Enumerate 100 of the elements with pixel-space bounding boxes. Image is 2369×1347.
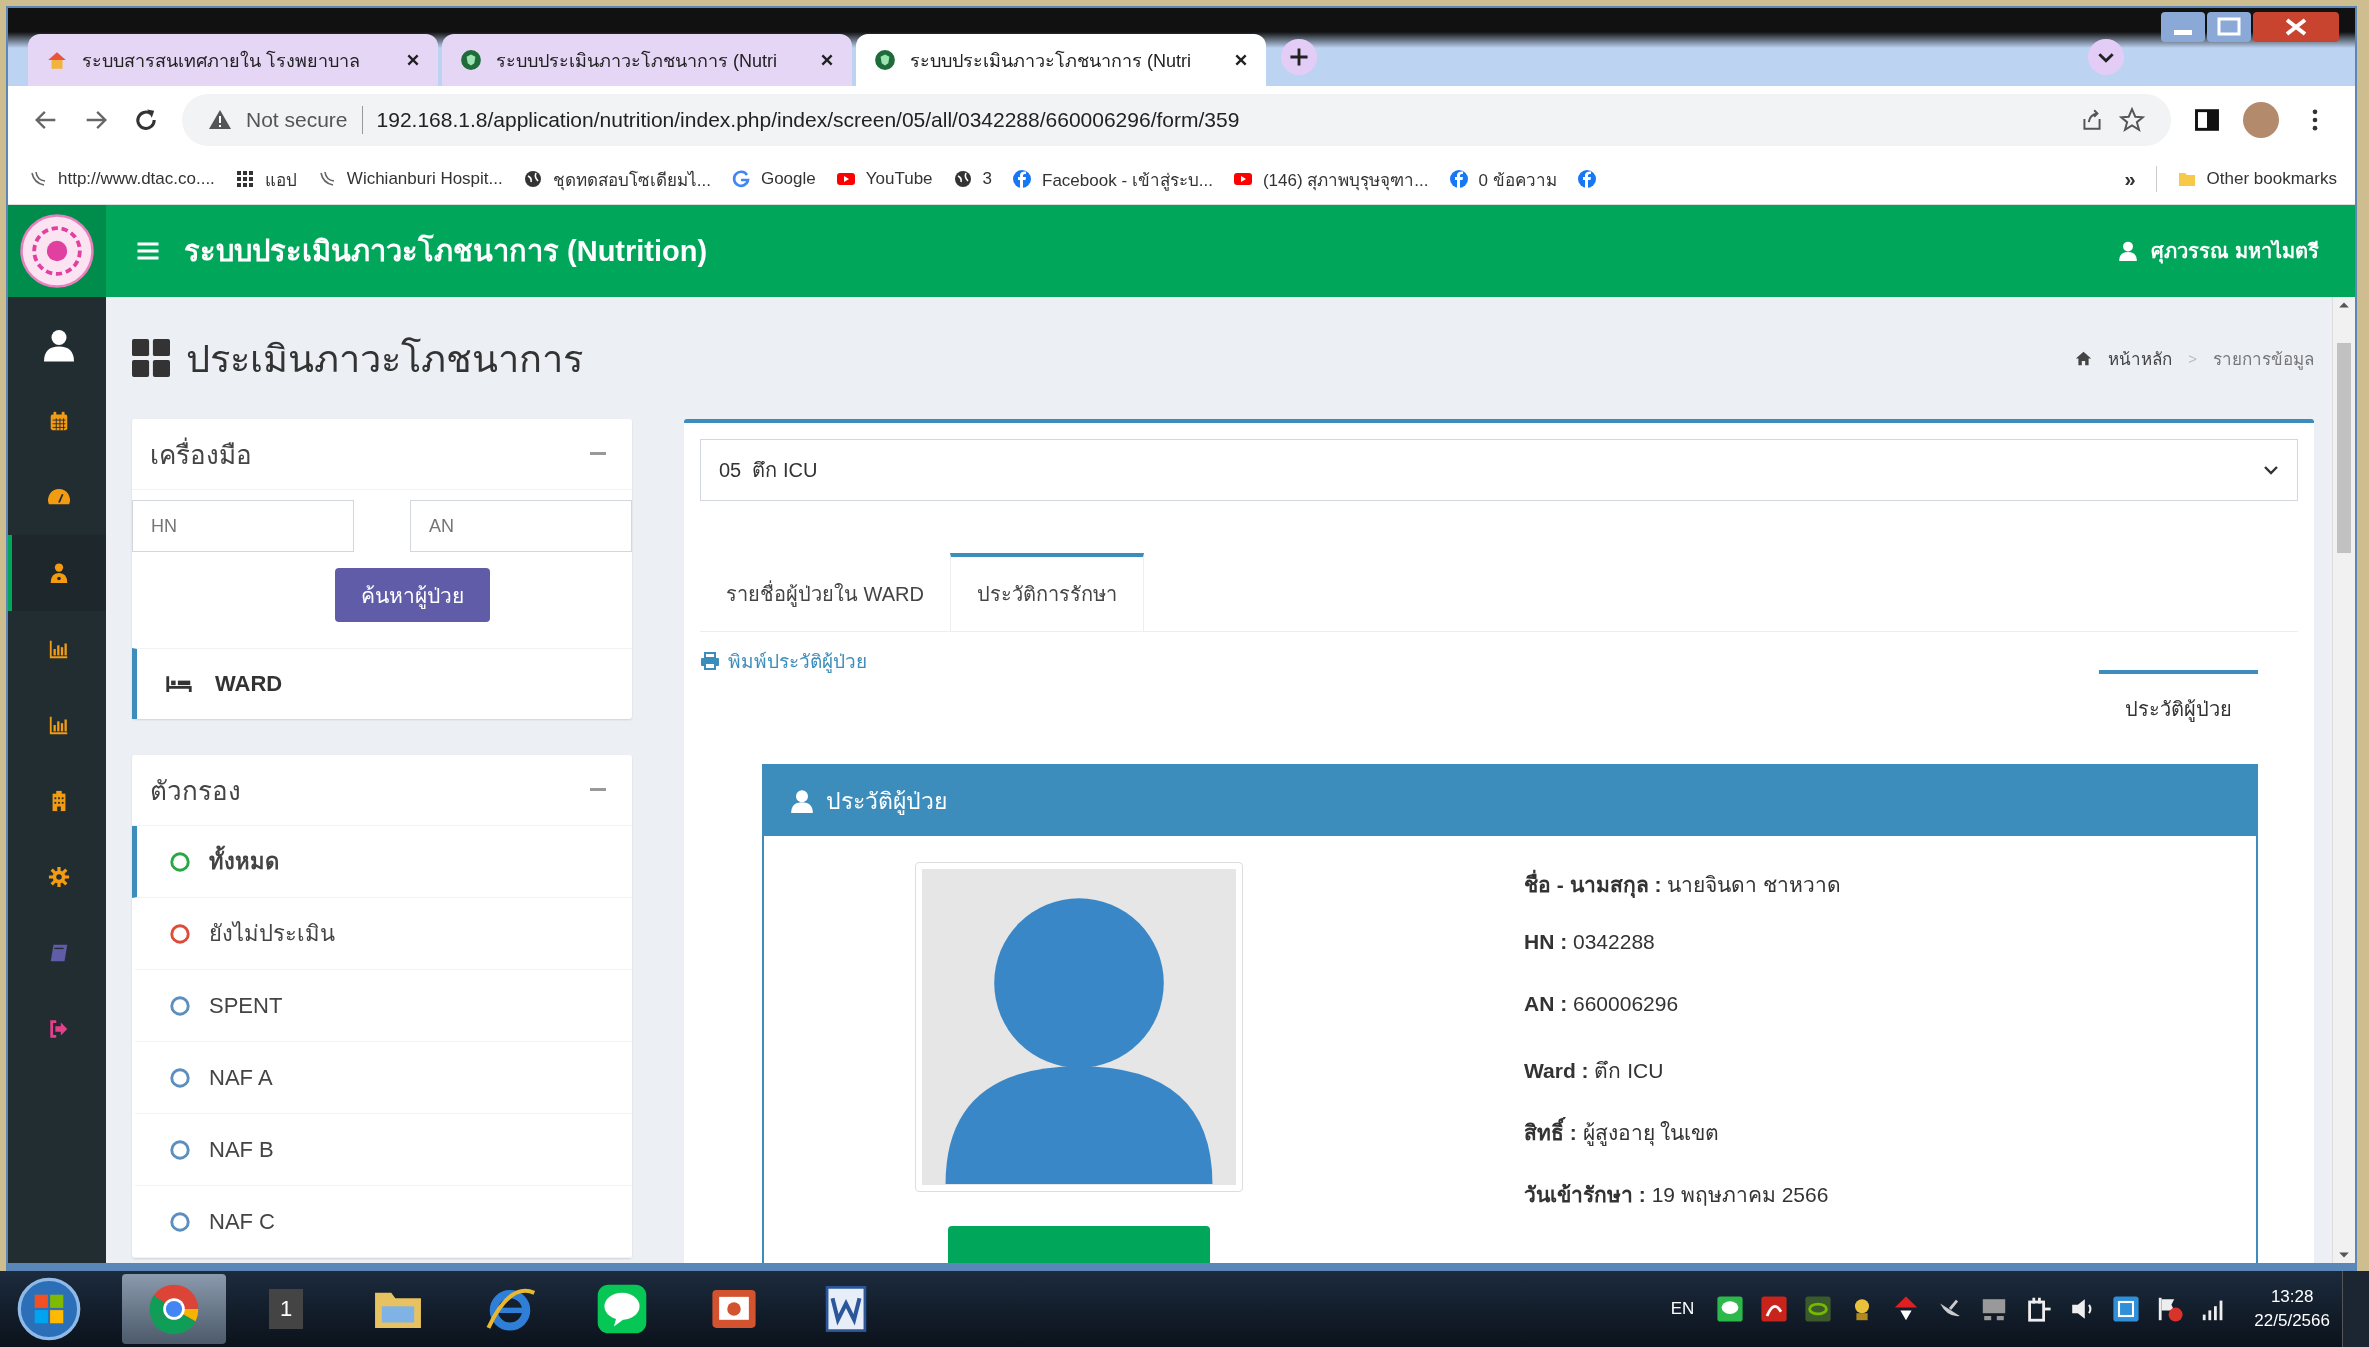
new-tab-icon[interactable] <box>1280 38 1318 76</box>
date-text: 22/5/2566 <box>2254 1310 2330 1332</box>
clock[interactable]: 13:28 22/5/2566 <box>2254 1285 2330 1333</box>
bookmark-link[interactable]: Google <box>730 169 816 189</box>
chat-icon[interactable] <box>1716 1295 1745 1323</box>
f-logo-icon <box>1576 169 1597 189</box>
pdf-icon[interactable] <box>1760 1295 1789 1323</box>
taskbar-count-item[interactable]: 1 <box>234 1274 338 1344</box>
shield-icon <box>460 49 482 71</box>
bookmark-label: Google <box>760 169 816 189</box>
scroll-up-icon[interactable] <box>2338 301 2350 309</box>
hospital-logo-icon <box>19 213 95 289</box>
tab[interactable]: รายชื่อผู้ป่วยใน WARD <box>700 553 950 631</box>
filter-item[interactable]: ทั้งหมด <box>132 826 632 898</box>
search-patient-button[interactable]: ค้นหาผู้ป่วย <box>334 568 490 622</box>
printer-icon <box>700 652 720 670</box>
breadcrumb-separator: > <box>2188 349 2197 367</box>
patient-info-text: วันเข้ารักษา : 19 พฤษภาคม 2566 <box>1524 1182 1830 1206</box>
language-indicator[interactable]: EN <box>1670 1299 1695 1319</box>
flag-error-icon[interactable] <box>2156 1295 2185 1323</box>
gear-icon <box>48 866 70 888</box>
taskbar-chrome-item[interactable] <box>122 1274 226 1344</box>
tab-title: ระบบประเมินภาวะโภชนาการ (Nutri <box>496 49 778 73</box>
breadcrumb-link[interactable]: หน้าหลัก <box>2108 344 2173 372</box>
chevron-down-icon <box>2263 465 2279 475</box>
close-icon[interactable] <box>1234 53 1248 67</box>
apps-grid-icon <box>234 169 255 189</box>
tab[interactable]: ประวัติการรักษา <box>949 553 1144 631</box>
time-text: 13:28 <box>2270 1286 2314 1309</box>
bed-icon <box>165 675 193 693</box>
bookmark-link[interactable]: YouTube <box>835 169 933 189</box>
filter-item[interactable]: NAF A <box>132 1042 632 1114</box>
f-logo-icon <box>1448 169 1469 189</box>
bookmark-link[interactable]: Wichianburi Hospit... <box>316 169 503 189</box>
patient-info-text: สิทธิ์ : ผู้สูงอายุ ในเขต <box>1524 1116 1842 1144</box>
collapse-icon[interactable] <box>588 451 608 457</box>
print-link[interactable]: พิมพ์ประวัติผู้ป่วย <box>700 646 867 676</box>
browser-logo-icon <box>147 1282 201 1336</box>
close-icon[interactable] <box>820 53 834 67</box>
book-icon <box>48 942 70 964</box>
patient-info-text: Ward : ตึก ICU <box>1524 1058 1665 1082</box>
breadcrumb-current: รายการข้อมูล <box>2213 348 2314 372</box>
bookmark-link[interactable]: Facebook - เข้าสู่ระบ... <box>1012 165 1213 193</box>
user-icon <box>790 789 814 813</box>
warning-icon <box>208 108 232 132</box>
more-bookmarks-link[interactable]: » <box>2124 167 2136 191</box>
tab-title: ระบบประเมินภาวะโภชนาการ (Nutri <box>910 49 1192 73</box>
bookmark-link[interactable]: http://www.dtac.co.... <box>28 169 215 189</box>
star-icon[interactable] <box>2119 107 2145 133</box>
globe-icon <box>952 169 973 189</box>
bookmark-label: 3 <box>982 169 992 189</box>
bookmark-link[interactable] <box>1576 169 1597 189</box>
page-title: ประเมินภาวะโภชนาการ <box>186 336 583 382</box>
globe-icon <box>522 169 543 189</box>
scroll-thumb[interactable] <box>2337 343 2351 553</box>
browser-tab[interactable]: ระบบประเมินภาวะโภชนาการ (Nutri <box>442 34 852 86</box>
scrollbar[interactable] <box>2332 297 2355 1263</box>
patient-info-text: AN : 660006296 <box>1524 992 1680 1017</box>
filter-item[interactable]: NAF B <box>132 1114 632 1186</box>
chart-icon <box>48 714 70 736</box>
patient-info-text: HN : 0342288 <box>1524 930 1656 955</box>
filter-item[interactable]: NAF C <box>132 1186 632 1258</box>
bookmark-label: แอป <box>264 169 297 192</box>
start-button[interactable] <box>16 1276 82 1342</box>
wave-icon <box>28 169 48 189</box>
sidebar-doctor-item[interactable] <box>8 535 106 611</box>
dictionary-icon[interactable] <box>2112 1295 2141 1323</box>
tab-search-icon[interactable] <box>2087 38 2125 76</box>
bookmark-label: 0 ข้อความ <box>1478 169 1557 192</box>
grid-icon <box>132 339 170 377</box>
card-title: เครื่องมือ <box>150 436 252 472</box>
filter-item[interactable]: ยังไม่ประเมิน <box>132 898 632 970</box>
card-title: ตัวกรอง <box>150 774 241 808</box>
tab-title: ระบบสารสนเทศภายใน โรงพยาบาล <box>82 49 361 73</box>
ward-dropdown[interactable]: 05 ตึก ICU <box>700 439 2298 501</box>
bookmark-link[interactable]: ชุดทดสอบโซเดียมไ... <box>522 165 711 193</box>
an-input-field[interactable]: AN <box>410 500 632 552</box>
eye-logo-icon[interactable] <box>1804 1295 1833 1323</box>
scroll-down-icon[interactable] <box>2338 1251 2350 1259</box>
other-bookmarks-link[interactable]: Other bookmarks <box>2176 169 2337 189</box>
profile-avatar[interactable] <box>2243 102 2279 138</box>
close-icon[interactable] <box>406 53 420 67</box>
bookmark-link[interactable]: (146) สุภาพบุรุษจุฑา... <box>1232 165 1429 193</box>
bookmark-label: Facebook - เข้าสู่ระบ... <box>1042 169 1213 193</box>
hn-input-field[interactable]: HN <box>132 500 354 552</box>
bookmark-label: YouTube <box>865 169 933 189</box>
bookmark-link[interactable]: แอป <box>234 165 297 193</box>
calendar-icon <box>48 410 70 432</box>
collapse-icon[interactable] <box>588 787 608 793</box>
address-bar[interactable]: Not secure 192.168.1.8/application/nutrition/index.php/index/screen/05/all/0342288/660006296/form/359 <box>182 94 2171 146</box>
ward-link[interactable]: WARD <box>132 648 632 719</box>
filter-item[interactable]: SPENT <box>132 970 632 1042</box>
bookmark-link[interactable]: 0 ข้อความ <box>1448 165 1557 193</box>
browser-tab[interactable]: ระบบสารสนเทศภายใน โรงพยาบาล <box>28 34 438 86</box>
side-panel-icon[interactable] <box>2193 106 2221 134</box>
tab[interactable]: ประวัติผู้ป่วย <box>2099 670 2258 744</box>
bookmark-link[interactable]: 3 <box>952 169 992 189</box>
browser-tab[interactable]: ระบบประเมินภาวะโภชนาการ (Nutri <box>856 34 1266 86</box>
user-icon <box>41 327 77 363</box>
url-text: 192.168.1.8/application/nutrition/index.php/index/screen/05/all/0342288/660006296/form/359 <box>376 108 1240 132</box>
